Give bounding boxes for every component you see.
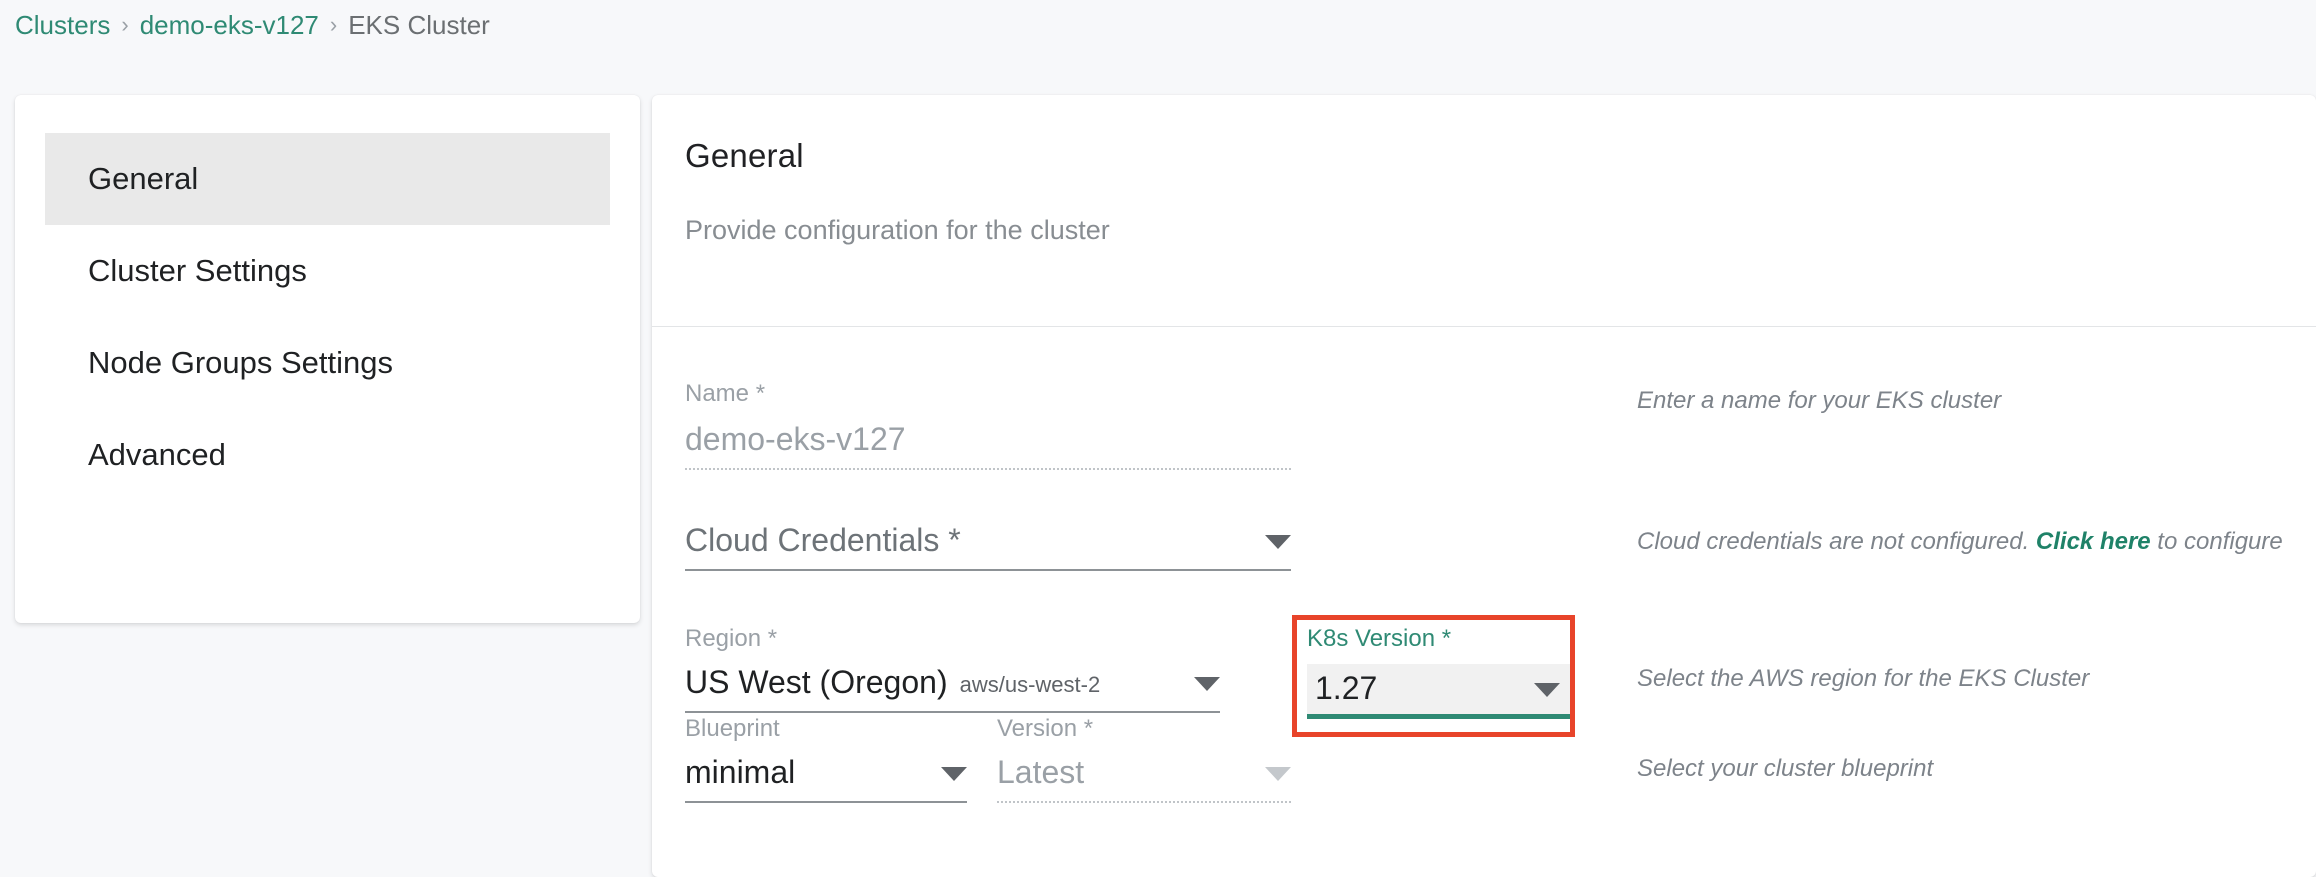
sidebar-item-node-groups-settings[interactable]: Node Groups Settings [45,317,610,409]
sidebar-item-label: Advanced [88,437,226,472]
panel-subtitle: Provide configuration for the cluster [685,215,1110,245]
sidebar-item-general[interactable]: General [45,133,610,225]
k8s-version-field-value: 1.27 [1315,670,1378,706]
sidebar-item-label: Node Groups Settings [88,345,394,380]
panel-header: General Provide configuration for the cl… [652,95,2316,327]
region-field-hint: Select the AWS region for the EKS Cluste… [1637,665,2090,692]
chevron-down-icon[interactable] [1265,534,1291,549]
sidebar-item-label: General [88,161,199,196]
k8s-version-field[interactable]: K8s Version * 1.27 [1307,627,1572,719]
breadcrumb-item-clusters[interactable]: Clusters [15,10,110,41]
sidebar-nav-card: General Cluster Settings Node Groups Set… [15,95,640,623]
region-field[interactable]: Region * US West (Oregon) aws/us-west-2 [685,627,1220,713]
breadcrumb-item-current: EKS Cluster [348,9,490,40]
breadcrumb-separator-icon: › [121,12,129,37]
cloud-credentials-hint-suffix: to configure [2150,528,2283,555]
name-field[interactable]: Name * demo-eks-v127 [685,382,1291,470]
blueprint-field-label: Blueprint [685,715,780,742]
blueprint-version-field-value: Latest [997,754,1085,790]
chevron-down-icon[interactable] [1534,682,1560,697]
blueprint-version-field-label: Version * [997,715,1094,742]
sidebar-item-advanced[interactable]: Advanced [45,409,610,501]
page-title: General [685,137,804,174]
blueprint-field[interactable]: Blueprint minimal [685,717,967,803]
cloud-credentials-hint-prefix: Cloud credentials are not configured. [1637,528,2036,555]
k8s-version-field-label: K8s Version * [1307,625,1452,652]
breadcrumb-item-cluster-name[interactable]: demo-eks-v127 [140,10,319,41]
sidebar-item-cluster-settings[interactable]: Cluster Settings [45,225,610,317]
cloud-credentials-configure-link[interactable]: Click here [2036,528,2151,555]
name-field-hint: Enter a name for your EKS cluster [1637,387,2002,414]
chevron-down-icon[interactable] [941,766,967,781]
name-field-value: demo-eks-v127 [685,421,906,457]
name-field-label: Name * [685,380,766,407]
breadcrumb: Clusters › demo-eks-v127 › EKS Cluster [15,0,490,50]
region-field-value: US West (Oregon) [685,664,948,700]
general-settings-card: General Provide configuration for the cl… [652,95,2316,877]
blueprint-field-hint: Select your cluster blueprint [1637,755,1934,782]
breadcrumb-separator-icon: › [329,12,338,37]
chevron-down-icon[interactable] [1265,766,1291,781]
region-field-label: Region * [685,625,778,652]
blueprint-field-value: minimal [685,754,796,790]
cloud-credentials-field[interactable]: Cloud Credentials * [685,522,1291,571]
sidebar-item-label: Cluster Settings [88,253,307,288]
region-field-code: aws/us-west-2 [959,671,1101,697]
blueprint-version-field[interactable]: Version * Latest [997,717,1291,803]
page-body: General Cluster Settings Node Groups Set… [0,50,2316,877]
cloud-credentials-hint: Cloud credentials are not configured. Cl… [1637,528,2283,556]
cloud-credentials-placeholder: Cloud Credentials * [685,522,961,558]
chevron-down-icon[interactable] [1194,676,1220,691]
